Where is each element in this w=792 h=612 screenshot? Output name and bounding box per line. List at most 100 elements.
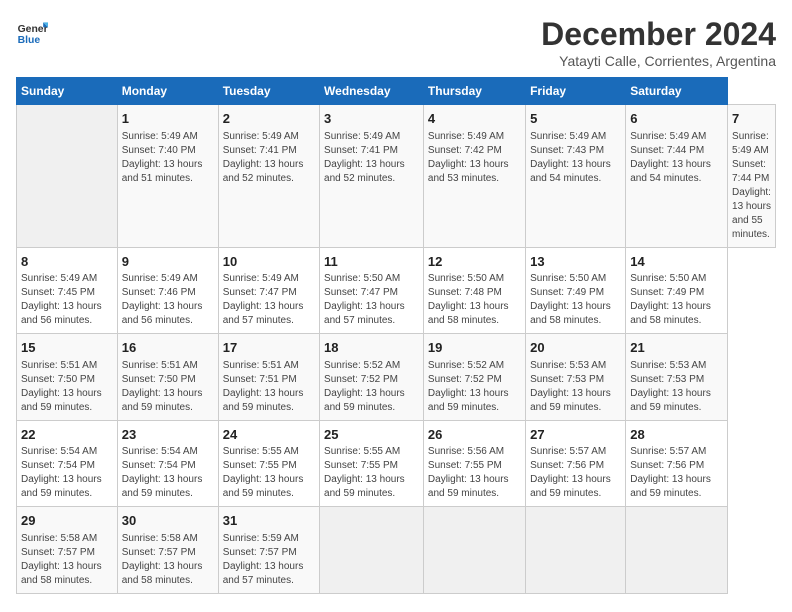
day-info: Sunrise: 5:58 AMSunset: 7:57 PMDaylight:… — [21, 532, 113, 588]
day-info: Sunrise: 5:49 AMSunset: 7:46 PMDaylight:… — [122, 272, 214, 328]
day-number: 22 — [21, 426, 113, 444]
table-row — [320, 507, 424, 594]
table-row: 19 Sunrise: 5:52 AMSunset: 7:52 PMDayligh… — [423, 334, 525, 421]
day-info: Sunrise: 5:50 AMSunset: 7:49 PMDaylight:… — [530, 272, 621, 328]
day-number: 30 — [122, 512, 214, 530]
col-saturday: Saturday — [626, 78, 728, 105]
table-row — [17, 105, 118, 248]
day-info: Sunrise: 5:55 AMSunset: 7:55 PMDaylight:… — [223, 445, 315, 501]
table-row: 31 Sunrise: 5:59 AMSunset: 7:57 PMDayligh… — [218, 507, 319, 594]
day-number: 9 — [122, 253, 214, 271]
table-row: 8Sunrise: 5:49 AMSunset: 7:45 PMDaylight… — [17, 247, 118, 334]
day-info: Sunrise: 5:50 AMSunset: 7:47 PMDaylight:… — [324, 272, 419, 328]
day-number: 16 — [122, 339, 214, 357]
calendar-table: Sunday Monday Tuesday Wednesday Thursday… — [16, 77, 776, 594]
day-info: Sunrise: 5:51 AMSunset: 7:50 PMDaylight:… — [21, 359, 113, 415]
day-info: Sunrise: 5:49 AMSunset: 7:47 PMDaylight:… — [223, 272, 315, 328]
day-number: 1 — [122, 110, 214, 128]
day-info: Sunrise: 5:49 AMSunset: 7:44 PMDaylight:… — [630, 130, 723, 186]
table-row: 10Sunrise: 5:49 AMSunset: 7:47 PMDayligh… — [218, 247, 319, 334]
table-row: 3 Sunrise: 5:49 AMSunset: 7:41 PMDaylight… — [320, 105, 424, 248]
day-number: 26 — [428, 426, 521, 444]
day-info: Sunrise: 5:58 AMSunset: 7:57 PMDaylight:… — [122, 532, 214, 588]
day-info: Sunrise: 5:49 AMSunset: 7:45 PMDaylight:… — [21, 272, 113, 328]
table-row: 26Sunrise: 5:56 AMSunset: 7:55 PMDayligh… — [423, 420, 525, 507]
calendar-week-row: 8Sunrise: 5:49 AMSunset: 7:45 PMDaylight… — [17, 247, 776, 334]
table-row — [626, 507, 728, 594]
calendar-header-row: Sunday Monday Tuesday Wednesday Thursday… — [17, 78, 776, 105]
calendar-week-row: 1 Sunrise: 5:49 AMSunset: 7:40 PMDaylight… — [17, 105, 776, 248]
col-tuesday: Tuesday — [218, 78, 319, 105]
day-info: Sunrise: 5:54 AMSunset: 7:54 PMDaylight:… — [21, 445, 113, 501]
table-row — [526, 507, 626, 594]
table-row: 12Sunrise: 5:50 AMSunset: 7:48 PMDayligh… — [423, 247, 525, 334]
calendar-subtitle: Yatayti Calle, Corrientes, Argentina — [541, 53, 776, 69]
table-row: 2Sunrise: 5:49 AMSunset: 7:41 PMDaylight… — [218, 105, 319, 248]
day-number: 13 — [530, 253, 621, 271]
day-info: Sunrise: 5:49 AMSunset: 7:42 PMDaylight:… — [428, 130, 521, 186]
col-wednesday: Wednesday — [320, 78, 424, 105]
day-number: 11 — [324, 253, 419, 271]
day-info: Sunrise: 5:50 AMSunset: 7:49 PMDaylight:… — [630, 272, 723, 328]
table-row: 22Sunrise: 5:54 AMSunset: 7:54 PMDayligh… — [17, 420, 118, 507]
svg-text:Blue: Blue — [18, 35, 41, 46]
table-row: 18 Sunrise: 5:52 AMSunset: 7:52 PMDayligh… — [320, 334, 424, 421]
page-header: General Blue December 2024 Yatayti Calle… — [16, 16, 776, 69]
table-row: 14Sunrise: 5:50 AMSunset: 7:49 PMDayligh… — [626, 247, 728, 334]
day-number: 18 — [324, 339, 419, 357]
logo: General Blue — [16, 16, 48, 48]
table-row — [423, 507, 525, 594]
logo-icon: General Blue — [16, 16, 48, 48]
day-number: 5 — [530, 110, 621, 128]
day-info: Sunrise: 5:51 AMSunset: 7:50 PMDaylight:… — [122, 359, 214, 415]
day-info: Sunrise: 5:54 AMSunset: 7:54 PMDaylight:… — [122, 445, 214, 501]
day-number: 14 — [630, 253, 723, 271]
day-info: Sunrise: 5:49 AMSunset: 7:40 PMDaylight:… — [122, 130, 214, 186]
day-info: Sunrise: 5:53 AMSunset: 7:53 PMDaylight:… — [630, 359, 723, 415]
day-info: Sunrise: 5:49 AMSunset: 7:41 PMDaylight:… — [324, 130, 419, 186]
table-row: 16 Sunrise: 5:51 AMSunset: 7:50 PMDayligh… — [117, 334, 218, 421]
col-friday: Friday — [526, 78, 626, 105]
col-monday: Monday — [117, 78, 218, 105]
day-info: Sunrise: 5:50 AMSunset: 7:48 PMDaylight:… — [428, 272, 521, 328]
day-number: 10 — [223, 253, 315, 271]
table-row: 6 Sunrise: 5:49 AMSunset: 7:44 PMDaylight… — [626, 105, 728, 248]
day-info: Sunrise: 5:51 AMSunset: 7:51 PMDaylight:… — [223, 359, 315, 415]
day-number: 12 — [428, 253, 521, 271]
table-row: 25Sunrise: 5:55 AMSunset: 7:55 PMDayligh… — [320, 420, 424, 507]
day-number: 19 — [428, 339, 521, 357]
day-info: Sunrise: 5:57 AMSunset: 7:56 PMDaylight:… — [530, 445, 621, 501]
day-number: 8 — [21, 253, 113, 271]
calendar-week-row: 22Sunrise: 5:54 AMSunset: 7:54 PMDayligh… — [17, 420, 776, 507]
table-row: 24Sunrise: 5:55 AMSunset: 7:55 PMDayligh… — [218, 420, 319, 507]
table-row: 23Sunrise: 5:54 AMSunset: 7:54 PMDayligh… — [117, 420, 218, 507]
day-info: Sunrise: 5:52 AMSunset: 7:52 PMDaylight:… — [324, 359, 419, 415]
calendar-week-row: 29 Sunrise: 5:58 AMSunset: 7:57 PMDayligh… — [17, 507, 776, 594]
day-info: Sunrise: 5:52 AMSunset: 7:52 PMDaylight:… — [428, 359, 521, 415]
table-row: 29 Sunrise: 5:58 AMSunset: 7:57 PMDayligh… — [17, 507, 118, 594]
day-number: 7 — [732, 110, 771, 128]
table-row: 21 Sunrise: 5:53 AMSunset: 7:53 PMDayligh… — [626, 334, 728, 421]
day-number: 21 — [630, 339, 723, 357]
day-number: 4 — [428, 110, 521, 128]
table-row: 15Sunrise: 5:51 AMSunset: 7:50 PMDayligh… — [17, 334, 118, 421]
day-number: 6 — [630, 110, 723, 128]
day-number: 27 — [530, 426, 621, 444]
day-info: Sunrise: 5:53 AMSunset: 7:53 PMDaylight:… — [530, 359, 621, 415]
table-row: 7Sunrise: 5:49 AMSunset: 7:44 PMDaylight… — [728, 105, 776, 248]
day-info: Sunrise: 5:49 AMSunset: 7:43 PMDaylight:… — [530, 130, 621, 186]
day-number: 17 — [223, 339, 315, 357]
day-number: 29 — [21, 512, 113, 530]
col-thursday: Thursday — [423, 78, 525, 105]
day-number: 31 — [223, 512, 315, 530]
calendar-week-row: 15Sunrise: 5:51 AMSunset: 7:50 PMDayligh… — [17, 334, 776, 421]
table-row: 17 Sunrise: 5:51 AMSunset: 7:51 PMDayligh… — [218, 334, 319, 421]
day-number: 25 — [324, 426, 419, 444]
table-row: 20Sunrise: 5:53 AMSunset: 7:53 PMDayligh… — [526, 334, 626, 421]
table-row: 28Sunrise: 5:57 AMSunset: 7:56 PMDayligh… — [626, 420, 728, 507]
table-row: 30 Sunrise: 5:58 AMSunset: 7:57 PMDayligh… — [117, 507, 218, 594]
day-info: Sunrise: 5:59 AMSunset: 7:57 PMDaylight:… — [223, 532, 315, 588]
table-row: 11Sunrise: 5:50 AMSunset: 7:47 PMDayligh… — [320, 247, 424, 334]
table-row: 27Sunrise: 5:57 AMSunset: 7:56 PMDayligh… — [526, 420, 626, 507]
day-number: 3 — [324, 110, 419, 128]
